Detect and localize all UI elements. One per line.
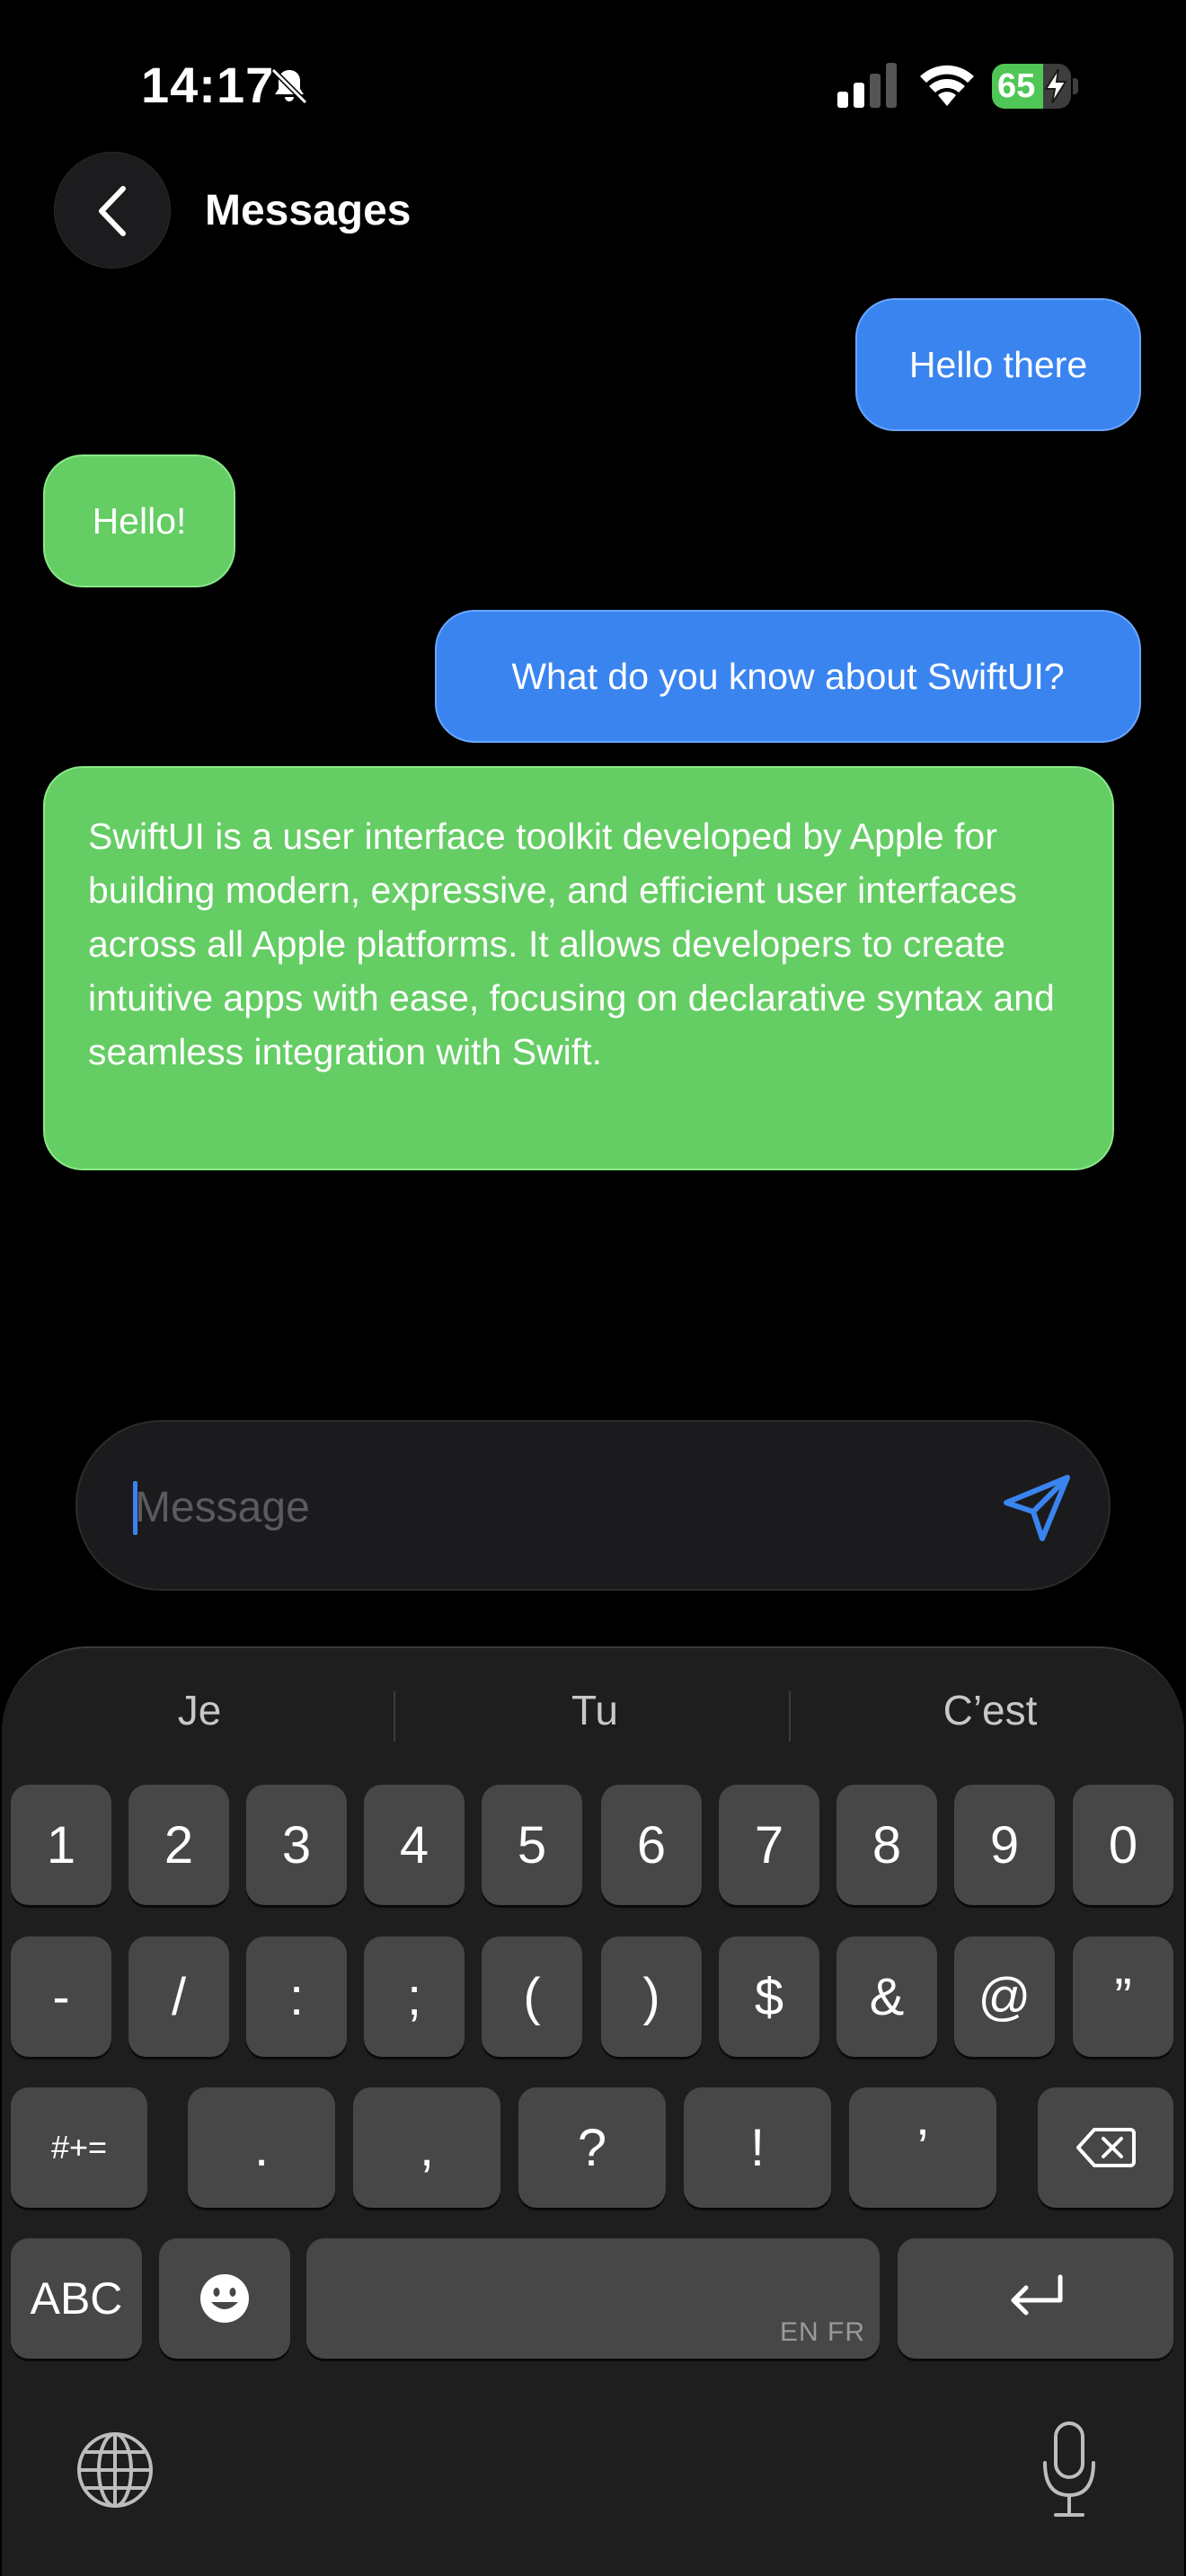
key-question[interactable]: ? — [518, 2087, 666, 2208]
message-bubble-assistant[interactable]: SwiftUI is a user interface toolkit deve… — [43, 766, 1114, 1170]
key-exclamation[interactable]: ! — [684, 2087, 831, 2208]
key-1[interactable]: 1 — [11, 1785, 111, 1905]
key-apostrophe[interactable]: ’ — [849, 2087, 996, 2208]
bolt-icon — [1044, 69, 1067, 103]
language-hint: EN FR — [780, 2317, 865, 2347]
key-period[interactable]: . — [188, 2087, 335, 2208]
back-button[interactable] — [54, 152, 171, 269]
key-more-symbols[interactable]: #+= — [11, 2087, 147, 2208]
emoji-face-icon — [200, 2274, 249, 2323]
key-3[interactable]: 3 — [246, 1785, 347, 1905]
cellular-signal-icon — [837, 63, 897, 108]
battery-cap — [1073, 78, 1078, 94]
message-text: SwiftUI is a user interface toolkit deve… — [88, 816, 1055, 1072]
key-slash[interactable]: / — [128, 1936, 229, 2057]
microphone-icon[interactable] — [1038, 2420, 1101, 2520]
suggestion-item[interactable]: Tu — [447, 1686, 743, 1734]
globe-icon[interactable] — [74, 2429, 156, 2511]
emoji-key[interactable] — [159, 2238, 290, 2359]
message-text: Hello! — [92, 500, 187, 542]
key-dollar[interactable]: $ — [719, 1936, 819, 2057]
chat-screen: 14:17 65 Messages Hello there Hello! Wha… — [0, 0, 1186, 2576]
return-key[interactable] — [898, 2238, 1173, 2359]
message-text: Hello there — [908, 344, 1088, 385]
key-0[interactable]: 0 — [1073, 1785, 1173, 1905]
key-6[interactable]: 6 — [601, 1785, 702, 1905]
page-title: Messages — [205, 187, 412, 234]
battery-body: 65 — [992, 64, 1071, 109]
key-quote[interactable]: ” — [1073, 1936, 1173, 2057]
suggestion-item[interactable]: C’est — [842, 1686, 1138, 1734]
status-bar: 14:17 65 — [0, 0, 1186, 171]
delete-backward-icon — [1075, 2128, 1136, 2167]
key-4[interactable]: 4 — [364, 1785, 465, 1905]
suggestion-divider — [394, 1691, 395, 1742]
key-2[interactable]: 2 — [128, 1785, 229, 1905]
key-hyphen[interactable]: - — [11, 1936, 111, 2057]
chevron-left-icon — [99, 186, 126, 236]
key-ampersand[interactable]: & — [836, 1936, 937, 2057]
battery-level: 65 — [997, 67, 1036, 105]
key-abc[interactable]: ABC — [11, 2238, 142, 2359]
key-open-paren[interactable]: ( — [482, 1936, 582, 2057]
delete-key[interactable] — [1038, 2087, 1173, 2208]
battery-charging-icon: 65 — [992, 64, 1078, 109]
key-8[interactable]: 8 — [836, 1785, 937, 1905]
paper-plane-icon[interactable] — [999, 1470, 1075, 1546]
status-time: 14:17 — [141, 57, 275, 113]
suggestion-item[interactable]: Je — [51, 1686, 348, 1734]
message-bubble-user[interactable]: Hello there — [855, 298, 1141, 431]
space-key[interactable]: EN FR — [306, 2238, 880, 2359]
suggestion-divider — [789, 1691, 791, 1742]
message-bar — [75, 1420, 1111, 1591]
key-5[interactable]: 5 — [482, 1785, 582, 1905]
message-input[interactable] — [135, 1467, 943, 1548]
message-text: What do you know about SwiftUI? — [511, 656, 1065, 697]
key-7[interactable]: 7 — [719, 1785, 819, 1905]
key-9[interactable]: 9 — [954, 1785, 1055, 1905]
key-comma[interactable]: , — [353, 2087, 500, 2208]
return-arrow-icon — [1011, 2274, 1062, 2316]
message-bubble-assistant[interactable]: Hello! — [43, 454, 235, 587]
suggestion-bar: Je Tu C’est — [2, 1648, 1184, 1783]
key-semicolon[interactable]: ; — [364, 1936, 465, 2057]
key-at[interactable]: @ — [954, 1936, 1055, 2057]
wifi-icon — [920, 65, 974, 106]
key-colon[interactable]: : — [246, 1936, 347, 2057]
message-bubble-user[interactable]: What do you know about SwiftUI? — [435, 610, 1141, 743]
key-close-paren[interactable]: ) — [601, 1936, 702, 2057]
bell-slash-icon — [270, 67, 308, 105]
